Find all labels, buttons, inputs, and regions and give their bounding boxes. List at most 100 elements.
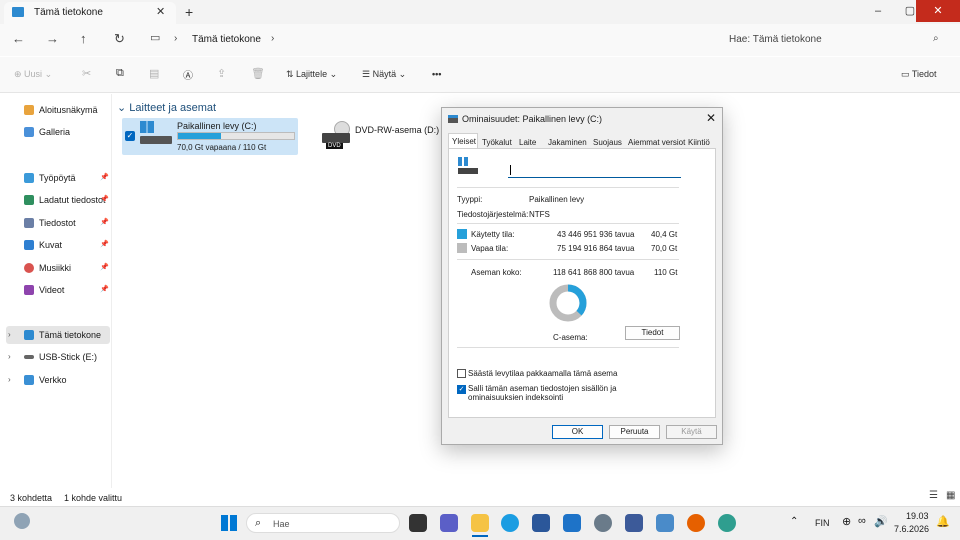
share-icon[interactable]: ⇪ xyxy=(217,67,226,80)
tab-hardware[interactable]: Laite xyxy=(519,138,536,147)
weather-icon[interactable] xyxy=(14,513,30,529)
sidebar-item-music[interactable]: Musiikki 📌 xyxy=(6,259,110,277)
taskbar-search[interactable]: ⌕ Hae xyxy=(246,513,400,533)
apply-button[interactable]: Käytä xyxy=(666,425,717,439)
firefox-icon[interactable] xyxy=(687,514,705,532)
sidebar-item-downloads[interactable]: Ladatut tiedostot 📌 xyxy=(6,191,110,209)
start-icon[interactable] xyxy=(221,515,237,531)
breadcrumb-chevron-icon[interactable]: › xyxy=(271,33,274,44)
sidebar-item-home[interactable]: Aloitusnäkymä xyxy=(6,101,110,119)
documents-icon xyxy=(24,218,34,228)
used-label: Käytetty tila: xyxy=(471,230,515,239)
network-tool-icon[interactable] xyxy=(625,514,643,532)
computer-icon xyxy=(12,7,24,17)
disk-details-button[interactable]: Tiedot xyxy=(625,326,680,340)
compress-label: Säästä levytilaa pakkaamalla tämä asema xyxy=(468,369,618,378)
security-icon[interactable] xyxy=(563,514,581,532)
copy-icon[interactable]: ⧉ xyxy=(116,67,124,80)
tab-security[interactable]: Suojaus xyxy=(593,138,622,147)
index-checkbox[interactable]: ✓ xyxy=(457,385,466,394)
pictures-icon xyxy=(24,240,34,250)
chevron-right-icon[interactable]: › xyxy=(8,352,11,361)
view-button[interactable]: ☰ Näytä ⌄ xyxy=(362,69,406,80)
sidebar-item-this-pc[interactable]: › Tämä tietokone xyxy=(6,326,110,344)
drive-name-input[interactable] xyxy=(508,162,681,178)
settings-icon[interactable] xyxy=(594,514,612,532)
sidebar-item-videos[interactable]: Videot 📌 xyxy=(6,281,110,299)
file-explorer-icon[interactable] xyxy=(471,514,489,532)
forward-icon[interactable]: → xyxy=(46,31,59,46)
breadcrumb[interactable]: Tämä tietokone xyxy=(192,34,261,45)
sidebar-item-network[interactable]: › Verkko xyxy=(6,371,110,389)
group-header[interactable]: ⌄ Laitteet ja asemat xyxy=(117,101,216,114)
home-icon xyxy=(24,105,34,115)
monitor-icon[interactable]: ▭ xyxy=(150,31,160,44)
volume-icon[interactable]: 🔊 xyxy=(874,515,888,528)
chevron-right-icon[interactable]: › xyxy=(8,375,11,384)
sidebar-item-gallery[interactable]: Galleria xyxy=(6,123,110,141)
divider xyxy=(457,223,679,224)
clock-date[interactable]: 7.6.2026 xyxy=(894,524,929,534)
type-value: Paikallinen levy xyxy=(529,195,585,204)
tab-sharing[interactable]: Jakaminen xyxy=(548,138,587,147)
store-icon[interactable] xyxy=(532,514,550,532)
rename-icon[interactable]: Ⓐ xyxy=(183,67,193,82)
tab-this-pc[interactable]: Tämä tietokone ✕ xyxy=(4,2,176,24)
cut-icon[interactable]: ✂ xyxy=(82,67,91,80)
delete-icon[interactable]: 🗑 xyxy=(251,67,265,80)
dvd-drive-name[interactable]: DVD-RW-asema (D:) xyxy=(355,125,439,135)
hard-drive-icon xyxy=(458,168,478,174)
sidebar-item-documents[interactable]: Tiedostot 📌 xyxy=(6,214,110,232)
notification-bell-icon[interactable]: 🔔 xyxy=(936,515,950,528)
sort-button[interactable]: ⇅ Lajittele ⌄ xyxy=(286,69,337,80)
task-view-icon[interactable] xyxy=(409,514,427,532)
tab-tools[interactable]: Työkalut xyxy=(482,138,512,147)
new-button[interactable]: ⊕ Uusi ⌄ xyxy=(14,69,52,80)
close-window-button[interactable]: ✕ xyxy=(916,0,960,22)
active-app-indicator xyxy=(472,535,488,537)
tab-general[interactable]: Yleiset xyxy=(452,137,476,146)
chat-icon[interactable] xyxy=(440,514,458,532)
paste-icon[interactable]: ▤ xyxy=(149,67,159,80)
clock-time[interactable]: 19.03 xyxy=(906,511,929,521)
cancel-button[interactable]: Peruuta xyxy=(609,425,660,439)
optical-drive-icon xyxy=(322,133,350,143)
dvd-drive-tile[interactable]: DVD xyxy=(320,121,352,151)
capacity-bytes: 118 641 868 800 tavua xyxy=(553,268,635,277)
up-icon[interactable]: ↑ xyxy=(80,31,87,46)
tiles-view-icon[interactable]: ▦ xyxy=(946,490,955,501)
drive-c-usage-bar xyxy=(177,132,295,140)
dialog-close-icon[interactable]: ✕ xyxy=(706,111,716,125)
search-input[interactable]: Hae: Tämä tietokone ⌕ xyxy=(717,29,953,51)
filesystem-label: Tiedostojärjestelmä: xyxy=(457,210,529,219)
tab-quota[interactable]: Kiintiö xyxy=(688,138,710,147)
details-view-icon[interactable]: ☰ xyxy=(929,490,938,501)
language-indicator[interactable]: FIN xyxy=(815,518,830,528)
back-icon[interactable]: ← xyxy=(12,31,25,46)
remote-desktop-icon[interactable] xyxy=(656,514,674,532)
refresh-icon[interactable]: ↻ xyxy=(114,31,125,47)
search-icon: ⌕ xyxy=(933,33,939,44)
sidebar-item-desktop[interactable]: Työpöytä 📌 xyxy=(6,169,110,187)
sidebar-item-pictures[interactable]: Kuvat 📌 xyxy=(6,236,110,254)
compress-checkbox[interactable] xyxy=(457,369,466,378)
item-count: 3 kohdetta xyxy=(10,493,53,503)
drive-c-tile[interactable]: ✓ Paikallinen levy (C:) 70,0 Gt vapaana … xyxy=(122,118,298,155)
edge-icon[interactable] xyxy=(501,514,519,532)
chevron-right-icon[interactable]: › xyxy=(174,33,177,44)
ok-button[interactable]: OK xyxy=(552,425,603,439)
sidebar-item-usb[interactable]: › USB-Stick (E:) xyxy=(6,348,110,366)
close-tab-icon[interactable]: ✕ xyxy=(156,5,165,18)
details-pane-button[interactable]: ▭ Tiedot xyxy=(901,69,937,80)
app-icon[interactable] xyxy=(718,514,736,532)
chevron-up-icon[interactable]: ⌃ xyxy=(790,516,798,527)
selection-count: 1 kohde valittu xyxy=(64,493,123,503)
chevron-right-icon[interactable]: › xyxy=(8,330,11,339)
selected-checkbox[interactable]: ✓ xyxy=(125,131,135,141)
text-cursor xyxy=(510,165,511,175)
tab-previous-versions[interactable]: Aiemmat versiot xyxy=(628,138,685,147)
more-options-button[interactable]: ••• xyxy=(432,69,441,79)
new-tab-button[interactable]: + xyxy=(185,4,193,20)
link-icon[interactable]: ∞ xyxy=(858,515,866,527)
globe-icon[interactable]: ⊕ xyxy=(842,515,851,528)
